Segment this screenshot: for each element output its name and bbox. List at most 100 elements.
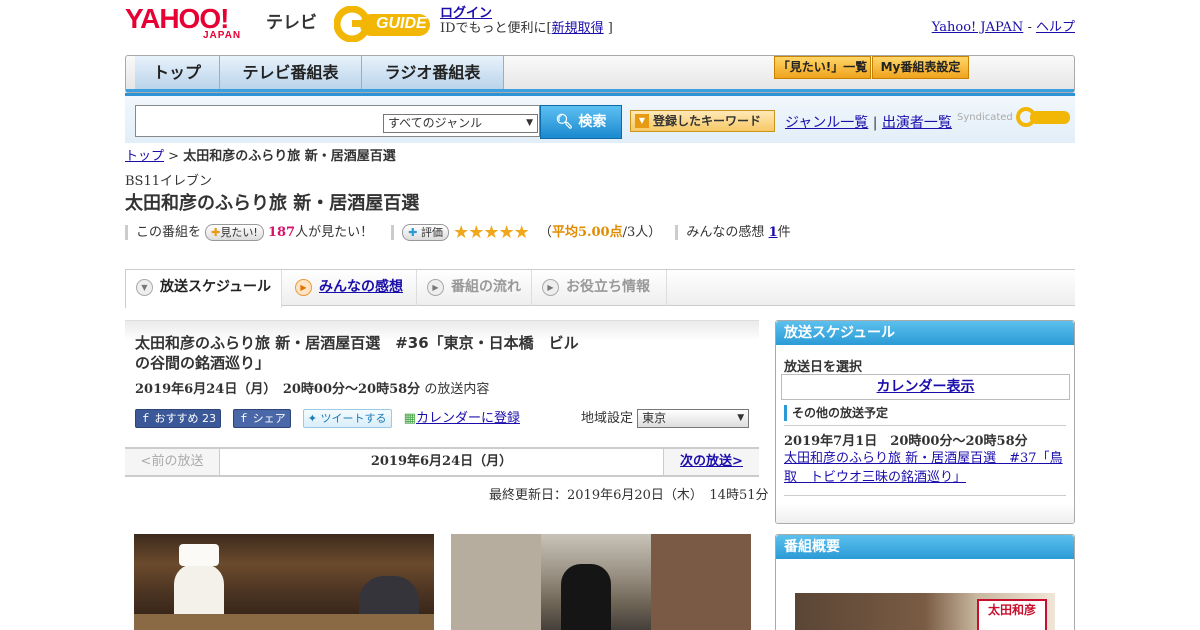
region-setting: 地域設定 東京 ▼ <box>581 407 750 428</box>
building-left <box>451 534 541 630</box>
tab-label: 放送スケジュール <box>160 279 272 295</box>
select-date-label: 放送日を選択 <box>784 360 863 375</box>
fb-recommend-label: おすすめ <box>154 412 199 425</box>
select-arrow-icon: ▼ <box>737 413 745 423</box>
breadcrumb-top-link[interactable]: トップ <box>125 149 164 164</box>
search-bar: すべてのジャンル ▼ 🔍︎ 検索 ▼ 登録したキーワード ジャンル一覧 | 出演… <box>125 93 1075 143</box>
tv-label: テレビ <box>266 13 317 33</box>
prev-broadcast: <前の放送 <box>125 449 220 475</box>
counter-wood <box>134 614 434 630</box>
search-link-divider: | <box>868 115 882 131</box>
other-broadcast-link[interactable]: 太田和彦のふらり旅 新・居酒屋百選 #37「鳥取 トビウオ三昧の銘酒巡り」 <box>784 451 1063 485</box>
divider <box>784 495 1066 496</box>
building-right <box>651 534 751 630</box>
plus-icon: ✚ <box>408 226 418 239</box>
performer-list-link[interactable]: 出演者一覧 <box>882 115 952 131</box>
chevron-right-icon: ▶ <box>542 279 559 296</box>
register-link[interactable]: 新規取得 <box>552 21 604 36</box>
other-broadcast-time: 2019年7月1日 20時00分～20時58分 <box>784 434 1028 449</box>
gguide-small-logo-icon <box>1015 107 1070 127</box>
tweet-button[interactable]: ✦ ツイートする <box>302 409 392 428</box>
breadcrumb: トップ > 太田和彦のふらり旅 新・居酒屋百選 <box>125 145 396 164</box>
region-select-value: 東京 <box>642 411 667 425</box>
main-nav: トップ テレビ番組表 ラジオ番組表 「見たい!」一覧 My番組表設定 <box>125 55 1075 93</box>
my-schedule-settings-button[interactable]: My番組表設定 <box>872 56 969 79</box>
rating-avg-prefix: （ <box>538 225 552 240</box>
impressions-count-link[interactable]: 1 <box>769 225 778 240</box>
rating-count: /3人） <box>622 225 662 240</box>
facebook-recommend-button[interactable]: ｆ おすすめ 23 <box>135 409 221 428</box>
impressions-suffix: 件 <box>777 225 791 240</box>
fb-recommend-count: 23 <box>202 412 216 425</box>
want-button[interactable]: ✚見たい! <box>205 224 264 241</box>
yahoo-japan-logo[interactable]: YAHOO! JAPAN <box>125 5 263 43</box>
login-link[interactable]: ログイン <box>440 6 492 21</box>
schedule-sidebar-header: 放送スケジュール <box>776 321 1074 345</box>
share-row: ｆ おすすめ 23 ｆ シェア ✦ ツイートする ▦カレンダーに登録 <box>135 407 520 428</box>
yahoo-japan-text: JAPAN <box>203 30 242 41</box>
next-broadcast: 次の放送> <box>663 449 759 475</box>
facebook-icon: ｆ <box>238 412 250 425</box>
current-broadcast-date: 2019年6月24日（月） <box>220 449 663 475</box>
calendar-view-button[interactable]: カレンダー表示 <box>781 374 1070 400</box>
want-button-label: 見たい! <box>220 226 258 239</box>
chevron-right-icon: ▶ <box>427 279 444 296</box>
dropdown-triangle-icon: ▼ <box>635 114 649 128</box>
program-stats: この番組を ✚見たい! 187人が見たい！ ✚ 評価 ★★★★★ （平均5.00… <box>125 221 791 243</box>
tab-broadcast-schedule[interactable]: ▼ 放送スケジュール <box>125 270 282 308</box>
schedule-sidebar: 放送スケジュール 放送日を選択 カレンダー表示 その他の放送予定 2019年7月… <box>775 320 1075 524</box>
program-thumbnail: 太田和彦 <box>795 593 1055 630</box>
facebook-share-button[interactable]: ｆ シェア <box>233 409 291 428</box>
want-list-button[interactable]: 「見たい!」一覧 <box>774 56 871 79</box>
tweet-label: ツイートする <box>320 412 387 425</box>
search-button[interactable]: 🔍︎ 検索 <box>540 105 622 139</box>
page-title: 太田和彦のふらり旅 新・居酒屋百選 <box>125 193 420 214</box>
util-separator: - <box>1023 20 1036 35</box>
want-count: 187 <box>267 225 296 240</box>
breadcrumb-current: 太田和彦のふらり旅 新・居酒屋百選 <box>183 149 396 164</box>
region-label: 地域設定 <box>581 411 634 426</box>
plus-icon: ✚ <box>211 226 221 239</box>
other-broadcasts-list: 2019年7月1日 20時00分～20時58分 太田和彦のふらり旅 新・居酒屋百… <box>784 425 1066 496</box>
schedule-sidebar-footer <box>776 503 1074 523</box>
breadcrumb-separator: > <box>164 149 184 164</box>
episode-time-suffix: の放送内容 <box>424 382 490 397</box>
rating-section: ✚ 評価 ★★★★★ （平均5.00点/3人） <box>391 222 666 243</box>
syndicated-text: Syndicated <box>957 112 1013 123</box>
nav-tab-tv-schedule[interactable]: テレビ番組表 <box>220 56 362 90</box>
impressions-label: みんなの感想 <box>686 225 765 240</box>
rate-button[interactable]: ✚ 評価 <box>402 224 449 241</box>
next-broadcast-link[interactable]: 次の放送> <box>680 454 743 469</box>
calendar-register-link[interactable]: カレンダーに登録 <box>416 411 520 426</box>
genre-select-value: すべてのジャンル <box>388 116 483 130</box>
calendar-view-link[interactable]: カレンダー表示 <box>877 379 975 395</box>
yahoo-japan-link[interactable]: Yahoo! JAPAN <box>932 20 1024 35</box>
tab-program-flow[interactable]: ▶ 番組の流れ <box>417 270 532 306</box>
gguide-logo[interactable]: GUIDE <box>333 5 434 43</box>
rating-average: 平均5.00点 <box>551 225 623 240</box>
select-arrow-icon: ▼ <box>526 118 533 128</box>
nav-tab-radio-schedule[interactable]: ラジオ番組表 <box>362 56 504 90</box>
twitter-bird-icon: ✦ <box>307 412 317 425</box>
tab-useful-info[interactable]: ▶ お役立ち情報 <box>532 270 667 306</box>
overview-sidebar: 番組概要 太田和彦 <box>775 534 1075 630</box>
help-link[interactable]: ヘルプ <box>1036 20 1075 35</box>
tab-impressions[interactable]: ▶ みんなの感想 <box>285 270 417 306</box>
syndicated-badge: Syndicated <box>957 106 1072 128</box>
tab-label: 番組の流れ <box>451 279 521 295</box>
region-select[interactable]: 東京 ▼ <box>637 409 750 428</box>
genre-select[interactable]: すべてのジャンル ▼ <box>383 114 538 133</box>
episode-photo-street <box>451 534 751 630</box>
rate-button-label: 評価 <box>420 226 443 239</box>
overview-sidebar-header: 番組概要 <box>776 535 1074 559</box>
registered-keywords-button[interactable]: ▼ 登録したキーワード <box>630 110 775 132</box>
episode-navigation: <前の放送 2019年6月24日（月） 次の放送> <box>125 447 759 477</box>
program-title-stamp: 太田和彦 <box>977 599 1047 630</box>
nav-tab-top[interactable]: トップ <box>135 56 220 90</box>
want-suffix: 人が見たい！ <box>295 225 374 240</box>
genre-list-link[interactable]: ジャンル一覧 <box>785 115 868 131</box>
search-icon: 🔍︎ <box>555 114 574 130</box>
other-broadcasts-label: その他の放送予定 <box>784 405 888 421</box>
login-suffix: ] <box>603 21 613 36</box>
last-updated: 最終更新日：2019年6月20日（木） 14時51分 <box>489 488 769 503</box>
